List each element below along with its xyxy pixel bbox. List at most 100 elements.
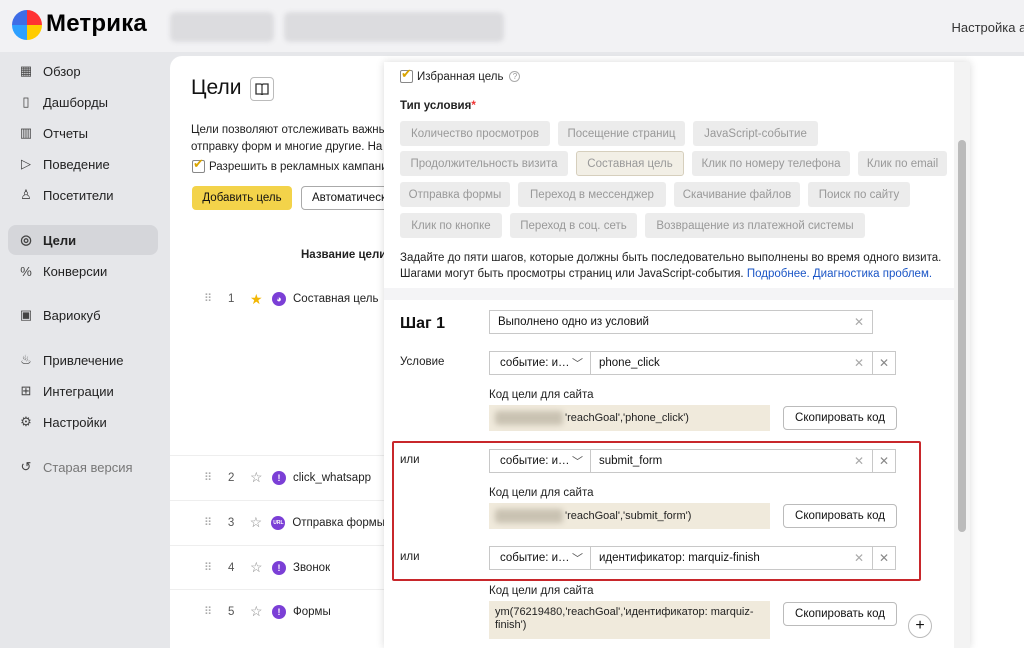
star-outline-icon[interactable]: ☆ bbox=[250, 514, 268, 531]
event-id-value: phone_click bbox=[599, 357, 660, 369]
table-row[interactable]: ⠿ 2 ☆ ! click_whatsapp bbox=[170, 455, 384, 499]
auto-goals-button[interactable]: Автоматически bbox=[301, 186, 391, 210]
goal-name[interactable]: Отправка формы bbox=[292, 517, 384, 529]
sidebar-item-old-version[interactable]: ↺ Старая версия bbox=[8, 452, 158, 482]
condition-type-select[interactable]: событие: и… ﹀ bbox=[489, 351, 591, 375]
copy-code-button[interactable]: Скопировать код bbox=[783, 602, 897, 626]
step-name-input[interactable]: Выполнено одно из условий ✕ bbox=[489, 310, 873, 334]
goal-name[interactable]: Формы bbox=[293, 606, 331, 618]
goal-code-box[interactable]: 'reachGoal','phone_click') bbox=[489, 405, 770, 431]
top-header: Метрика Настройка ак bbox=[0, 0, 1024, 52]
docs-book-icon[interactable] bbox=[250, 77, 274, 101]
condition-type-chip[interactable]: JavaScript-событие bbox=[693, 121, 818, 146]
more-info-link[interactable]: Подробнее. bbox=[747, 268, 810, 280]
counter-address bbox=[284, 12, 504, 42]
history-icon: ↺ bbox=[20, 459, 32, 474]
condition-label: Условие bbox=[400, 356, 445, 368]
ads-checkbox[interactable]: Разрешить в рекламных кампани bbox=[192, 156, 388, 173]
section-divider bbox=[384, 288, 954, 300]
condition-type-chip[interactable]: Количество просмотров bbox=[400, 121, 550, 146]
help-icon[interactable]: ? bbox=[509, 71, 521, 82]
sidebar-item-goals[interactable]: ◎ Цели bbox=[8, 225, 158, 255]
grid-icon: ▦ bbox=[19, 63, 33, 78]
sidebar-item-label: Старая версия bbox=[43, 459, 133, 475]
goal-name[interactable]: Звонок bbox=[293, 562, 330, 574]
metrika-logo-icon[interactable] bbox=[12, 10, 42, 40]
dashboards-icon: ▯ bbox=[22, 94, 30, 109]
condition-type-chip[interactable]: Переход в соц. сеть bbox=[510, 213, 637, 238]
condition-type-chip[interactable]: Клик по номеру телефона bbox=[692, 151, 850, 176]
sidebar-item-label: Вариокуб bbox=[43, 307, 101, 323]
condition-type-chip[interactable]: Скачивание файлов bbox=[674, 182, 800, 207]
sidebar-item-visitors[interactable]: ♙ Посетители bbox=[8, 180, 158, 210]
sidebar-item-variocube[interactable]: ▣ Вариокуб bbox=[8, 300, 158, 330]
highlight-frame bbox=[392, 441, 921, 581]
goal-name[interactable]: Составная цель bbox=[293, 293, 378, 305]
copy-code-button[interactable]: Скопировать код bbox=[783, 406, 897, 430]
condition-type-chip[interactable]: Поиск по сайту bbox=[808, 182, 910, 207]
condition-type-chip[interactable]: Посещение страниц bbox=[558, 121, 685, 146]
star-filled-icon[interactable]: ★ bbox=[250, 291, 268, 308]
sidebar-item-label: Поведение bbox=[43, 156, 110, 172]
sidebar-item-integrations[interactable]: ⊞ Интеграции bbox=[8, 376, 158, 406]
table-row[interactable]: ⠿ 4 ☆ ! Звонок bbox=[170, 545, 384, 589]
clear-icon[interactable]: ✕ bbox=[854, 356, 864, 370]
drag-handle-icon[interactable]: ⠿ bbox=[204, 562, 214, 573]
goal-name[interactable]: click_whatsapp bbox=[293, 472, 371, 484]
condition-type-chip[interactable]: Отправка формы bbox=[400, 182, 510, 207]
help-line: Шагами могут быть просмотры страниц или … bbox=[400, 266, 950, 282]
add-goal-button[interactable]: Добавить цель bbox=[192, 186, 292, 210]
sidebar-item-acquisition[interactable]: ♨ Привлечение bbox=[8, 345, 158, 375]
star-outline-icon[interactable]: ☆ bbox=[250, 559, 268, 576]
goal-code-box[interactable]: ym(76219480,'reachGoal','идентификатор: … bbox=[489, 601, 770, 639]
table-row[interactable]: ⠿ 3 ☆ URL Отправка формы bbox=[170, 500, 384, 544]
sidebar-item-label: Конверсии bbox=[43, 263, 108, 279]
condition-type-chip[interactable]: Клик по email bbox=[858, 151, 947, 176]
sidebar-item-settings[interactable]: ⚙ Настройки bbox=[8, 407, 158, 437]
sidebar-item-behavior[interactable]: ▷ Поведение bbox=[8, 149, 158, 179]
star-outline-icon[interactable]: ☆ bbox=[250, 603, 268, 620]
remove-condition-icon[interactable]: ✕ bbox=[872, 351, 896, 375]
ads-checkbox-label: Разрешить в рекламных кампани bbox=[209, 160, 388, 173]
column-header-goal-name[interactable]: Название цели bbox=[301, 249, 386, 261]
table-row[interactable]: ⠿ 1 ★ ◕ Составная цель bbox=[170, 277, 384, 321]
add-condition-plus-icon[interactable]: + bbox=[908, 614, 932, 638]
help-line: Задайте до пяти шагов, которые должны бы… bbox=[400, 252, 942, 264]
condition-type-chip[interactable]: Возвращение из платежной системы bbox=[645, 213, 865, 238]
condition-type-chip-selected[interactable]: Составная цель bbox=[576, 151, 684, 176]
favorite-goal-label: Избранная цель bbox=[417, 70, 504, 83]
goal-number: 4 bbox=[228, 561, 235, 574]
sidebar-item-overview[interactable]: ▦ Обзор bbox=[8, 56, 158, 86]
scrollbar-thumb[interactable] bbox=[958, 140, 966, 532]
drag-handle-icon[interactable]: ⠿ bbox=[204, 294, 214, 305]
logo-text[interactable]: Метрика bbox=[46, 10, 147, 38]
table-row[interactable]: ⠿ 5 ☆ ! Формы bbox=[170, 589, 384, 633]
clear-icon[interactable]: ✕ bbox=[854, 315, 864, 329]
checkbox-checked-icon[interactable] bbox=[192, 156, 205, 173]
condition-type-chip[interactable]: Продолжительность визита bbox=[400, 151, 568, 176]
sidebar-item-conversions[interactable]: % Конверсии bbox=[8, 256, 158, 286]
drag-handle-icon[interactable]: ⠿ bbox=[204, 606, 214, 617]
event-id-input[interactable]: phone_click ✕ bbox=[590, 351, 873, 375]
scrollbar[interactable] bbox=[954, 62, 970, 648]
counter-selector[interactable] bbox=[170, 12, 274, 42]
diagnostics-link[interactable]: Диагностика проблем. bbox=[813, 268, 932, 280]
sidebar-item-reports[interactable]: ▥ Отчеты bbox=[8, 118, 158, 148]
goal-number: 1 bbox=[228, 293, 235, 305]
condition-type-chip[interactable]: Переход в мессенджер bbox=[518, 182, 666, 207]
drag-handle-icon[interactable]: ⠿ bbox=[204, 472, 214, 483]
favorite-goal-checkbox[interactable]: Избранная цель ? bbox=[400, 66, 521, 83]
star-outline-icon[interactable]: ☆ bbox=[250, 469, 268, 486]
condition-type-chip[interactable]: Клик по кнопке bbox=[400, 213, 502, 238]
goal-number: 3 bbox=[227, 516, 235, 529]
bar-chart-icon: ▥ bbox=[19, 125, 33, 140]
sidebar-item-dashboards[interactable]: ▯ Дашборды bbox=[8, 87, 158, 117]
chevron-down-icon: ﹀ bbox=[572, 358, 583, 370]
js-event-icon: ! bbox=[272, 604, 286, 619]
checkbox-checked-icon[interactable] bbox=[400, 66, 413, 83]
drag-handle-icon[interactable]: ⠿ bbox=[204, 517, 214, 528]
condition-type-label: Тип условия* bbox=[400, 100, 476, 112]
counter-settings-link[interactable]: Настройка ак bbox=[951, 20, 1024, 35]
sidebar-item-label: Привлечение bbox=[43, 352, 124, 368]
site-code-label: Код цели для сайта bbox=[489, 585, 594, 597]
